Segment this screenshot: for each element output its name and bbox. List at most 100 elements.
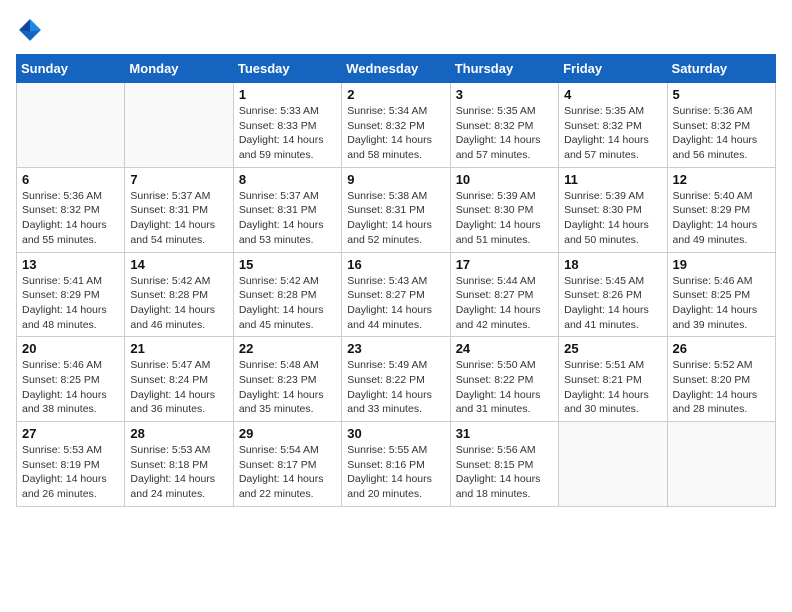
calendar-cell: 16 Sunrise: 5:43 AMSunset: 8:27 PMDayligh…	[342, 252, 450, 337]
calendar-cell: 12 Sunrise: 5:40 AMSunset: 8:29 PMDayligh…	[667, 167, 775, 252]
calendar-cell: 2 Sunrise: 5:34 AMSunset: 8:32 PMDaylight…	[342, 83, 450, 168]
day-number: 27	[22, 426, 119, 441]
calendar-cell: 28 Sunrise: 5:53 AMSunset: 8:18 PMDayligh…	[125, 422, 233, 507]
day-info: Sunrise: 5:50 AMSunset: 8:22 PMDaylight:…	[456, 358, 553, 417]
calendar-cell: 15 Sunrise: 5:42 AMSunset: 8:28 PMDayligh…	[233, 252, 341, 337]
calendar-cell: 14 Sunrise: 5:42 AMSunset: 8:28 PMDayligh…	[125, 252, 233, 337]
calendar-cell: 23 Sunrise: 5:49 AMSunset: 8:22 PMDayligh…	[342, 337, 450, 422]
day-info: Sunrise: 5:33 AMSunset: 8:33 PMDaylight:…	[239, 104, 336, 163]
day-info: Sunrise: 5:40 AMSunset: 8:29 PMDaylight:…	[673, 189, 770, 248]
day-number: 29	[239, 426, 336, 441]
day-number: 8	[239, 172, 336, 187]
day-info: Sunrise: 5:44 AMSunset: 8:27 PMDaylight:…	[456, 274, 553, 333]
day-number: 23	[347, 341, 444, 356]
calendar-cell: 18 Sunrise: 5:45 AMSunset: 8:26 PMDayligh…	[559, 252, 667, 337]
calendar-cell: 31 Sunrise: 5:56 AMSunset: 8:15 PMDayligh…	[450, 422, 558, 507]
day-number: 3	[456, 87, 553, 102]
day-number: 5	[673, 87, 770, 102]
day-number: 13	[22, 257, 119, 272]
day-number: 22	[239, 341, 336, 356]
day-info: Sunrise: 5:39 AMSunset: 8:30 PMDaylight:…	[564, 189, 661, 248]
calendar-cell: 24 Sunrise: 5:50 AMSunset: 8:22 PMDayligh…	[450, 337, 558, 422]
calendar-cell: 5 Sunrise: 5:36 AMSunset: 8:32 PMDaylight…	[667, 83, 775, 168]
calendar-cell	[125, 83, 233, 168]
day-number: 21	[130, 341, 227, 356]
day-info: Sunrise: 5:37 AMSunset: 8:31 PMDaylight:…	[239, 189, 336, 248]
logo	[16, 16, 48, 44]
calendar-cell: 26 Sunrise: 5:52 AMSunset: 8:20 PMDayligh…	[667, 337, 775, 422]
calendar-cell: 13 Sunrise: 5:41 AMSunset: 8:29 PMDayligh…	[17, 252, 125, 337]
weekday-header-sunday: Sunday	[17, 55, 125, 83]
day-info: Sunrise: 5:46 AMSunset: 8:25 PMDaylight:…	[673, 274, 770, 333]
day-info: Sunrise: 5:55 AMSunset: 8:16 PMDaylight:…	[347, 443, 444, 502]
calendar-cell: 4 Sunrise: 5:35 AMSunset: 8:32 PMDaylight…	[559, 83, 667, 168]
day-number: 14	[130, 257, 227, 272]
day-info: Sunrise: 5:51 AMSunset: 8:21 PMDaylight:…	[564, 358, 661, 417]
day-info: Sunrise: 5:41 AMSunset: 8:29 PMDaylight:…	[22, 274, 119, 333]
logo-icon	[16, 16, 44, 44]
day-info: Sunrise: 5:35 AMSunset: 8:32 PMDaylight:…	[564, 104, 661, 163]
weekday-header-wednesday: Wednesday	[342, 55, 450, 83]
day-number: 17	[456, 257, 553, 272]
day-number: 18	[564, 257, 661, 272]
day-info: Sunrise: 5:42 AMSunset: 8:28 PMDaylight:…	[239, 274, 336, 333]
day-info: Sunrise: 5:48 AMSunset: 8:23 PMDaylight:…	[239, 358, 336, 417]
day-number: 16	[347, 257, 444, 272]
day-number: 30	[347, 426, 444, 441]
calendar-cell: 21 Sunrise: 5:47 AMSunset: 8:24 PMDayligh…	[125, 337, 233, 422]
day-info: Sunrise: 5:53 AMSunset: 8:18 PMDaylight:…	[130, 443, 227, 502]
day-number: 1	[239, 87, 336, 102]
day-info: Sunrise: 5:38 AMSunset: 8:31 PMDaylight:…	[347, 189, 444, 248]
calendar-cell: 17 Sunrise: 5:44 AMSunset: 8:27 PMDayligh…	[450, 252, 558, 337]
day-number: 6	[22, 172, 119, 187]
weekday-header-tuesday: Tuesday	[233, 55, 341, 83]
day-info: Sunrise: 5:49 AMSunset: 8:22 PMDaylight:…	[347, 358, 444, 417]
calendar-cell: 8 Sunrise: 5:37 AMSunset: 8:31 PMDaylight…	[233, 167, 341, 252]
calendar-cell: 27 Sunrise: 5:53 AMSunset: 8:19 PMDayligh…	[17, 422, 125, 507]
day-info: Sunrise: 5:47 AMSunset: 8:24 PMDaylight:…	[130, 358, 227, 417]
day-info: Sunrise: 5:35 AMSunset: 8:32 PMDaylight:…	[456, 104, 553, 163]
day-number: 2	[347, 87, 444, 102]
day-number: 10	[456, 172, 553, 187]
weekday-header-saturday: Saturday	[667, 55, 775, 83]
day-info: Sunrise: 5:46 AMSunset: 8:25 PMDaylight:…	[22, 358, 119, 417]
day-number: 28	[130, 426, 227, 441]
calendar-cell	[17, 83, 125, 168]
page-header	[16, 16, 776, 44]
day-number: 12	[673, 172, 770, 187]
day-number: 4	[564, 87, 661, 102]
calendar-table: SundayMondayTuesdayWednesdayThursdayFrid…	[16, 54, 776, 507]
weekday-header-friday: Friday	[559, 55, 667, 83]
day-info: Sunrise: 5:52 AMSunset: 8:20 PMDaylight:…	[673, 358, 770, 417]
day-info: Sunrise: 5:34 AMSunset: 8:32 PMDaylight:…	[347, 104, 444, 163]
calendar-cell: 11 Sunrise: 5:39 AMSunset: 8:30 PMDayligh…	[559, 167, 667, 252]
day-number: 7	[130, 172, 227, 187]
day-number: 15	[239, 257, 336, 272]
day-info: Sunrise: 5:56 AMSunset: 8:15 PMDaylight:…	[456, 443, 553, 502]
calendar-cell: 3 Sunrise: 5:35 AMSunset: 8:32 PMDaylight…	[450, 83, 558, 168]
day-info: Sunrise: 5:45 AMSunset: 8:26 PMDaylight:…	[564, 274, 661, 333]
calendar-cell	[667, 422, 775, 507]
calendar-cell: 7 Sunrise: 5:37 AMSunset: 8:31 PMDaylight…	[125, 167, 233, 252]
day-number: 25	[564, 341, 661, 356]
day-info: Sunrise: 5:43 AMSunset: 8:27 PMDaylight:…	[347, 274, 444, 333]
calendar-cell: 1 Sunrise: 5:33 AMSunset: 8:33 PMDaylight…	[233, 83, 341, 168]
day-info: Sunrise: 5:39 AMSunset: 8:30 PMDaylight:…	[456, 189, 553, 248]
calendar-cell: 20Sunrise: 5:46 AMSunset: 8:25 PMDayligh…	[17, 337, 125, 422]
day-info: Sunrise: 5:37 AMSunset: 8:31 PMDaylight:…	[130, 189, 227, 248]
calendar-cell	[559, 422, 667, 507]
weekday-header-monday: Monday	[125, 55, 233, 83]
calendar-cell: 30 Sunrise: 5:55 AMSunset: 8:16 PMDayligh…	[342, 422, 450, 507]
day-info: Sunrise: 5:42 AMSunset: 8:28 PMDaylight:…	[130, 274, 227, 333]
day-info: Sunrise: 5:36 AMSunset: 8:32 PMDaylight:…	[22, 189, 119, 248]
day-number: 24	[456, 341, 553, 356]
day-number: 31	[456, 426, 553, 441]
day-info: Sunrise: 5:36 AMSunset: 8:32 PMDaylight:…	[673, 104, 770, 163]
weekday-header-thursday: Thursday	[450, 55, 558, 83]
day-number: 11	[564, 172, 661, 187]
day-number: 9	[347, 172, 444, 187]
calendar-cell: 6 Sunrise: 5:36 AMSunset: 8:32 PMDaylight…	[17, 167, 125, 252]
calendar-cell: 25 Sunrise: 5:51 AMSunset: 8:21 PMDayligh…	[559, 337, 667, 422]
day-info: Sunrise: 5:53 AMSunset: 8:19 PMDaylight:…	[22, 443, 119, 502]
day-number: 26	[673, 341, 770, 356]
